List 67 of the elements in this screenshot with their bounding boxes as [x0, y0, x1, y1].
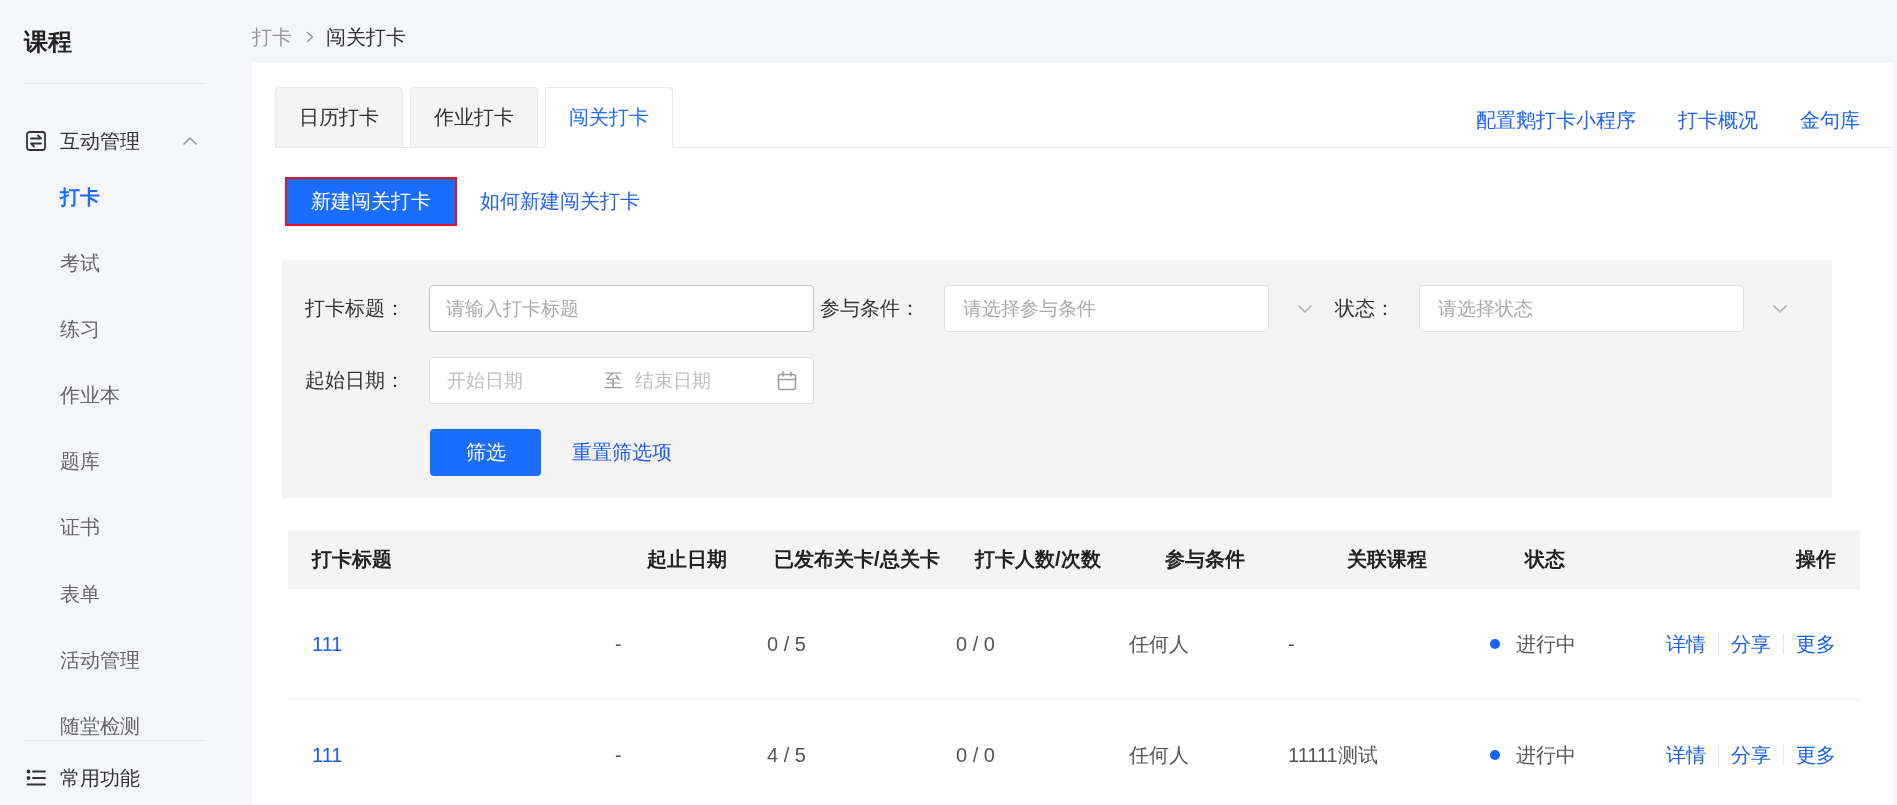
- column-header: 状态: [1525, 547, 1565, 572]
- chevron-down-icon[interactable]: [1772, 303, 1788, 314]
- column-header: 已发布关卡/总关卡: [774, 547, 940, 572]
- table-cell-text: 任何人: [1129, 742, 1189, 768]
- header-link[interactable]: 配置鹅打卡小程序: [1476, 106, 1636, 134]
- chevron-down-icon[interactable]: [1297, 303, 1313, 314]
- action-link[interactable]: 分享: [1731, 630, 1771, 658]
- text-input[interactable]: 请输入打卡标题: [429, 285, 814, 332]
- header-link[interactable]: 打卡概况: [1678, 106, 1758, 134]
- table-cell: 0 / 0: [956, 632, 995, 656]
- help-link[interactable]: 如何新建闯关打卡: [480, 188, 640, 215]
- chevron-up-icon[interactable]: [182, 136, 198, 146]
- table-cell: 0 / 5: [767, 632, 806, 656]
- action-link[interactable]: 分享: [1731, 741, 1771, 769]
- sidebar-item[interactable]: 作业本: [60, 380, 120, 411]
- field-label: 起始日期：: [305, 368, 405, 393]
- column-header: 起止日期: [647, 547, 727, 572]
- chevron-right-icon: [306, 31, 314, 43]
- filter-button[interactable]: 筛选: [430, 429, 541, 476]
- table-cell: 4 / 5: [767, 743, 806, 767]
- tab[interactable]: 闯关打卡: [545, 87, 673, 148]
- tab[interactable]: 作业打卡: [410, 87, 538, 148]
- sidebar-item[interactable]: 打卡: [60, 182, 100, 212]
- create-button[interactable]: 新建闯关打卡: [285, 177, 457, 226]
- status-text: 进行中: [1516, 631, 1576, 657]
- sidebar-item[interactable]: 考试: [60, 248, 100, 279]
- field-label: 参与条件：: [820, 296, 920, 321]
- calendar-icon[interactable]: [777, 370, 797, 391]
- action-link[interactable]: 更多: [1796, 741, 1836, 769]
- field-label: 状态：: [1335, 296, 1395, 321]
- menu-group-label[interactable]: 常用功能: [60, 763, 140, 793]
- breadcrumb-current: 闯关打卡: [326, 25, 406, 50]
- list-icon: [26, 768, 46, 788]
- sidebar-item[interactable]: 练习: [60, 314, 100, 345]
- table-cell: -: [1288, 632, 1295, 656]
- reset-link[interactable]: 重置筛选项: [572, 439, 672, 466]
- column-header: 参与条件: [1165, 547, 1245, 572]
- action-link[interactable]: 详情: [1666, 741, 1706, 769]
- field-label: 打卡标题：: [305, 296, 405, 321]
- sidebar-item[interactable]: 表单: [60, 578, 100, 609]
- table-cell: 0 / 0: [956, 743, 995, 767]
- date-range-field[interactable]: 开始日期 至 结束日期: [429, 357, 814, 404]
- sidebar-item[interactable]: 题库: [60, 446, 100, 477]
- sidebar-item[interactable]: 活动管理: [60, 644, 140, 675]
- sidebar-item[interactable]: 随堂检测: [60, 710, 140, 740]
- table-cell: -: [615, 743, 622, 767]
- menu-group-label[interactable]: 互动管理: [60, 126, 140, 156]
- range-separator: 至: [604, 368, 623, 393]
- tab[interactable]: 日历打卡: [275, 87, 403, 148]
- action-link[interactable]: 详情: [1666, 630, 1706, 658]
- title-link[interactable]: 111: [312, 743, 343, 767]
- column-header: 打卡标题: [312, 547, 392, 572]
- column-header: 关联课程: [1347, 547, 1427, 572]
- sidebar-title: 课程: [24, 27, 72, 57]
- table-cell-text: 任何人: [1129, 631, 1189, 657]
- title-link[interactable]: 111: [312, 632, 343, 656]
- column-header: 操作: [1796, 547, 1836, 572]
- swap-arrows-icon: [26, 131, 46, 151]
- table-cell: -: [615, 632, 622, 656]
- end-date-input[interactable]: 结束日期: [635, 369, 715, 392]
- action-link[interactable]: 更多: [1796, 630, 1836, 658]
- start-date-input[interactable]: 开始日期: [447, 369, 527, 392]
- column-header: 打卡人数/次数: [975, 547, 1101, 572]
- sidebar-item[interactable]: 证书: [60, 512, 100, 543]
- table-cell-text: 11111测试: [1288, 742, 1378, 768]
- status-text: 进行中: [1516, 742, 1576, 768]
- header-link[interactable]: 金句库: [1800, 106, 1860, 134]
